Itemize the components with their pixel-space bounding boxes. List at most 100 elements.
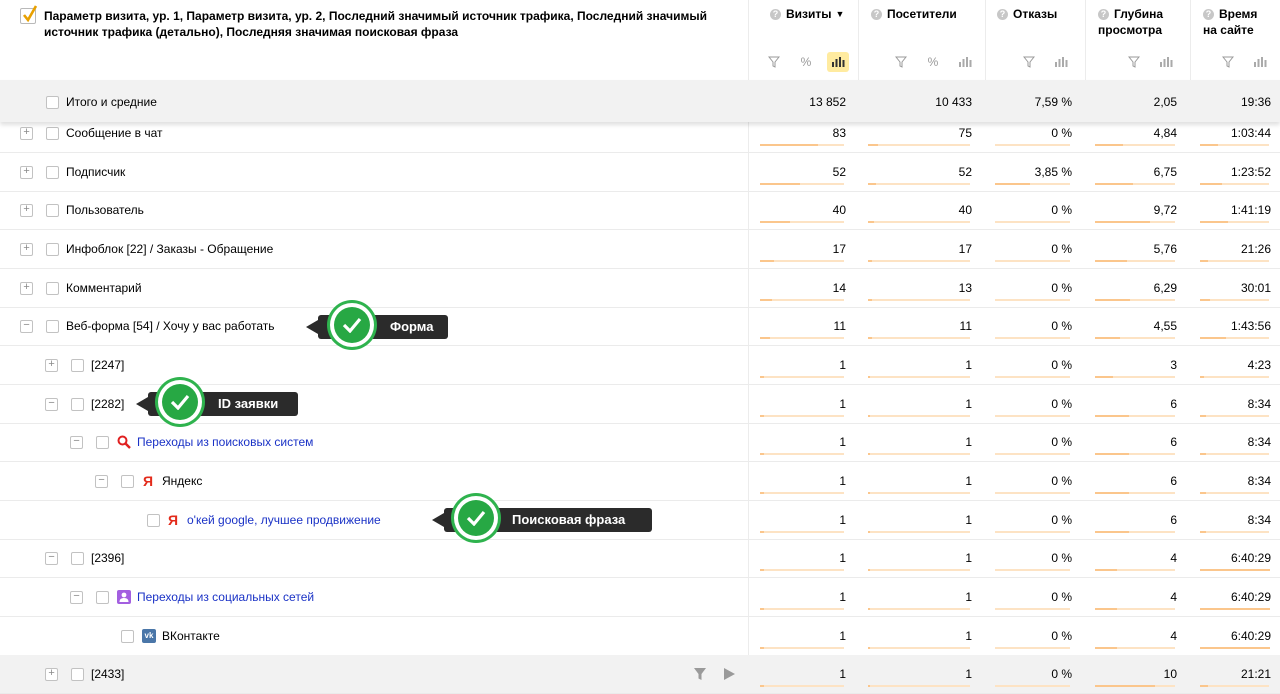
table-row[interactable]: + Инфоблок [22] / Заказы - Обращение 17 17 0…	[0, 230, 1280, 269]
bar-fill	[868, 376, 870, 378]
collapse-icon[interactable]: −	[95, 475, 108, 488]
callout-request-id: ID заявки	[136, 380, 298, 424]
column-visits-header[interactable]: ? Визиты ▼	[770, 6, 844, 22]
row-checkbox[interactable]	[96, 591, 109, 604]
row-checkbox[interactable]	[71, 398, 84, 411]
expand-icon[interactable]: +	[45, 668, 58, 681]
filter-icon[interactable]	[890, 52, 912, 72]
row-checkbox[interactable]	[46, 282, 59, 295]
expand-icon[interactable]: +	[20, 204, 33, 217]
table-row[interactable]: + [2433] 1 1 0 % 10 21:21	[0, 655, 1280, 694]
row-label: [2247]	[91, 358, 125, 372]
help-icon[interactable]: ?	[1098, 9, 1109, 20]
row-checkbox[interactable]	[46, 243, 59, 256]
play-icon[interactable]	[722, 667, 736, 681]
filter-icon[interactable]	[1018, 52, 1040, 72]
bar-fill	[868, 415, 870, 417]
table-row[interactable]: − Переходы из поисковых систем 1 1 0 % 6 8:34	[0, 423, 1280, 462]
bar-track	[760, 376, 844, 378]
row-checkbox[interactable]	[147, 514, 160, 527]
expand-icon[interactable]: +	[20, 243, 33, 256]
column-visitors-header[interactable]: ? Посетители	[871, 6, 957, 22]
row-checkbox[interactable]	[46, 166, 59, 179]
bar-track	[995, 221, 1070, 223]
row-label[interactable]: Переходы из поисковых систем	[137, 435, 313, 449]
expand-icon[interactable]: +	[20, 127, 33, 140]
row-checkbox[interactable]	[96, 436, 109, 449]
row-checkbox[interactable]	[121, 475, 134, 488]
bar-chart-icon[interactable]	[954, 52, 976, 72]
cell-bounce: 0 %	[1051, 551, 1072, 565]
column-bounce-header[interactable]: ? Отказы	[997, 6, 1057, 22]
bar-chart-icon[interactable]	[1050, 52, 1072, 72]
table-row[interactable]: + Подписчик 52 52 3,85 % 6,75 1:23:52	[0, 153, 1280, 192]
table-row[interactable]: − Я Яндекс 1 1 0 % 6 8:34	[0, 462, 1280, 501]
yandex-icon: Я	[143, 473, 154, 489]
bar-track	[868, 492, 970, 494]
help-icon[interactable]: ?	[1203, 9, 1214, 20]
bar-fill	[760, 299, 772, 301]
help-icon[interactable]: ?	[871, 9, 882, 20]
bar-fill	[760, 144, 818, 146]
cell-visitors: 1	[965, 551, 972, 565]
search-icon	[117, 435, 131, 449]
bar-chart-icon[interactable]	[1249, 52, 1271, 72]
bar-track	[868, 531, 970, 533]
dimensions-title[interactable]: Параметр визита, ур. 1, Параметр визита,…	[20, 5, 720, 40]
row-checkbox[interactable]	[71, 359, 84, 372]
row-label: Сообщение в чат	[66, 126, 163, 140]
cell-bounce: 0 %	[1051, 629, 1072, 643]
table-row[interactable]: − [2396] 1 1 0 % 4 6:40:29	[0, 539, 1280, 578]
table-row[interactable]: + [2247] 1 1 0 % 3 4:23	[0, 346, 1280, 385]
sort-desc-icon[interactable]: ▼	[836, 9, 845, 19]
bar-chart-icon[interactable]	[1155, 52, 1177, 72]
totals-time: 19:36	[1240, 95, 1271, 109]
row-checkbox[interactable]	[46, 96, 59, 109]
filter-icon[interactable]	[763, 52, 785, 72]
row-checkbox[interactable]	[121, 630, 134, 643]
yandex-icon: Я	[168, 512, 179, 528]
filter-icon[interactable]	[1123, 52, 1145, 72]
bar-track	[1200, 376, 1269, 378]
bar-chart-icon[interactable]	[827, 52, 849, 72]
cell-time: 21:21	[1240, 667, 1271, 681]
collapse-icon[interactable]: −	[45, 398, 58, 411]
row-checkbox[interactable]	[71, 552, 84, 565]
percent-icon[interactable]: %	[922, 52, 944, 72]
help-icon[interactable]: ?	[770, 9, 781, 20]
filter-icon[interactable]	[1217, 52, 1239, 72]
collapse-icon[interactable]: −	[45, 552, 58, 565]
collapse-icon[interactable]: −	[70, 436, 83, 449]
percent-icon[interactable]: %	[795, 52, 817, 72]
expand-icon[interactable]: +	[20, 282, 33, 295]
column-time-header[interactable]: ? Время на сайте	[1203, 6, 1273, 38]
row-checkbox[interactable]	[71, 668, 84, 681]
collapse-icon[interactable]: −	[20, 320, 33, 333]
bar-track	[760, 453, 844, 455]
table-row[interactable]: − Веб-форма [54] / Хочу у вас работать 11 1…	[0, 307, 1280, 346]
bar-track	[868, 569, 970, 571]
bar-fill	[1200, 415, 1206, 417]
collapse-icon[interactable]: −	[70, 591, 83, 604]
expand-icon[interactable]: +	[20, 166, 33, 179]
bar-fill	[1095, 183, 1133, 185]
select-all-checkbox[interactable]	[20, 5, 38, 24]
bar-fill	[1200, 183, 1222, 185]
column-depth-header[interactable]: ? Глубина просмотра	[1098, 6, 1178, 38]
row-label[interactable]: о'кей google, лучшее продвижение	[187, 513, 381, 527]
table-row[interactable]: + Комментарий 14 13 0 % 6,29 30:01	[0, 269, 1280, 308]
cell-time: 6:40:29	[1230, 629, 1271, 643]
table-row[interactable]: + Пользователь 40 40 0 % 9,72 1:41:19	[0, 191, 1280, 230]
dimensions-title-text[interactable]: Параметр визита, ур. 1, Параметр визита,…	[20, 8, 720, 40]
expand-icon[interactable]: +	[45, 359, 58, 372]
row-checkbox[interactable]	[46, 320, 59, 333]
table-row[interactable]: vk ВКонтакте 1 1 0 % 4 6:40:29	[0, 617, 1280, 656]
row-label[interactable]: Переходы из социальных сетей	[137, 590, 314, 604]
help-icon[interactable]: ?	[997, 9, 1008, 20]
cell-bounce: 0 %	[1051, 397, 1072, 411]
table-row[interactable]: − Переходы из социальных сетей 1 1 0 % 4 6:40:…	[0, 578, 1280, 617]
bar-fill	[760, 415, 764, 417]
row-checkbox[interactable]	[46, 127, 59, 140]
filter-icon[interactable]	[693, 667, 707, 681]
row-checkbox[interactable]	[46, 204, 59, 217]
